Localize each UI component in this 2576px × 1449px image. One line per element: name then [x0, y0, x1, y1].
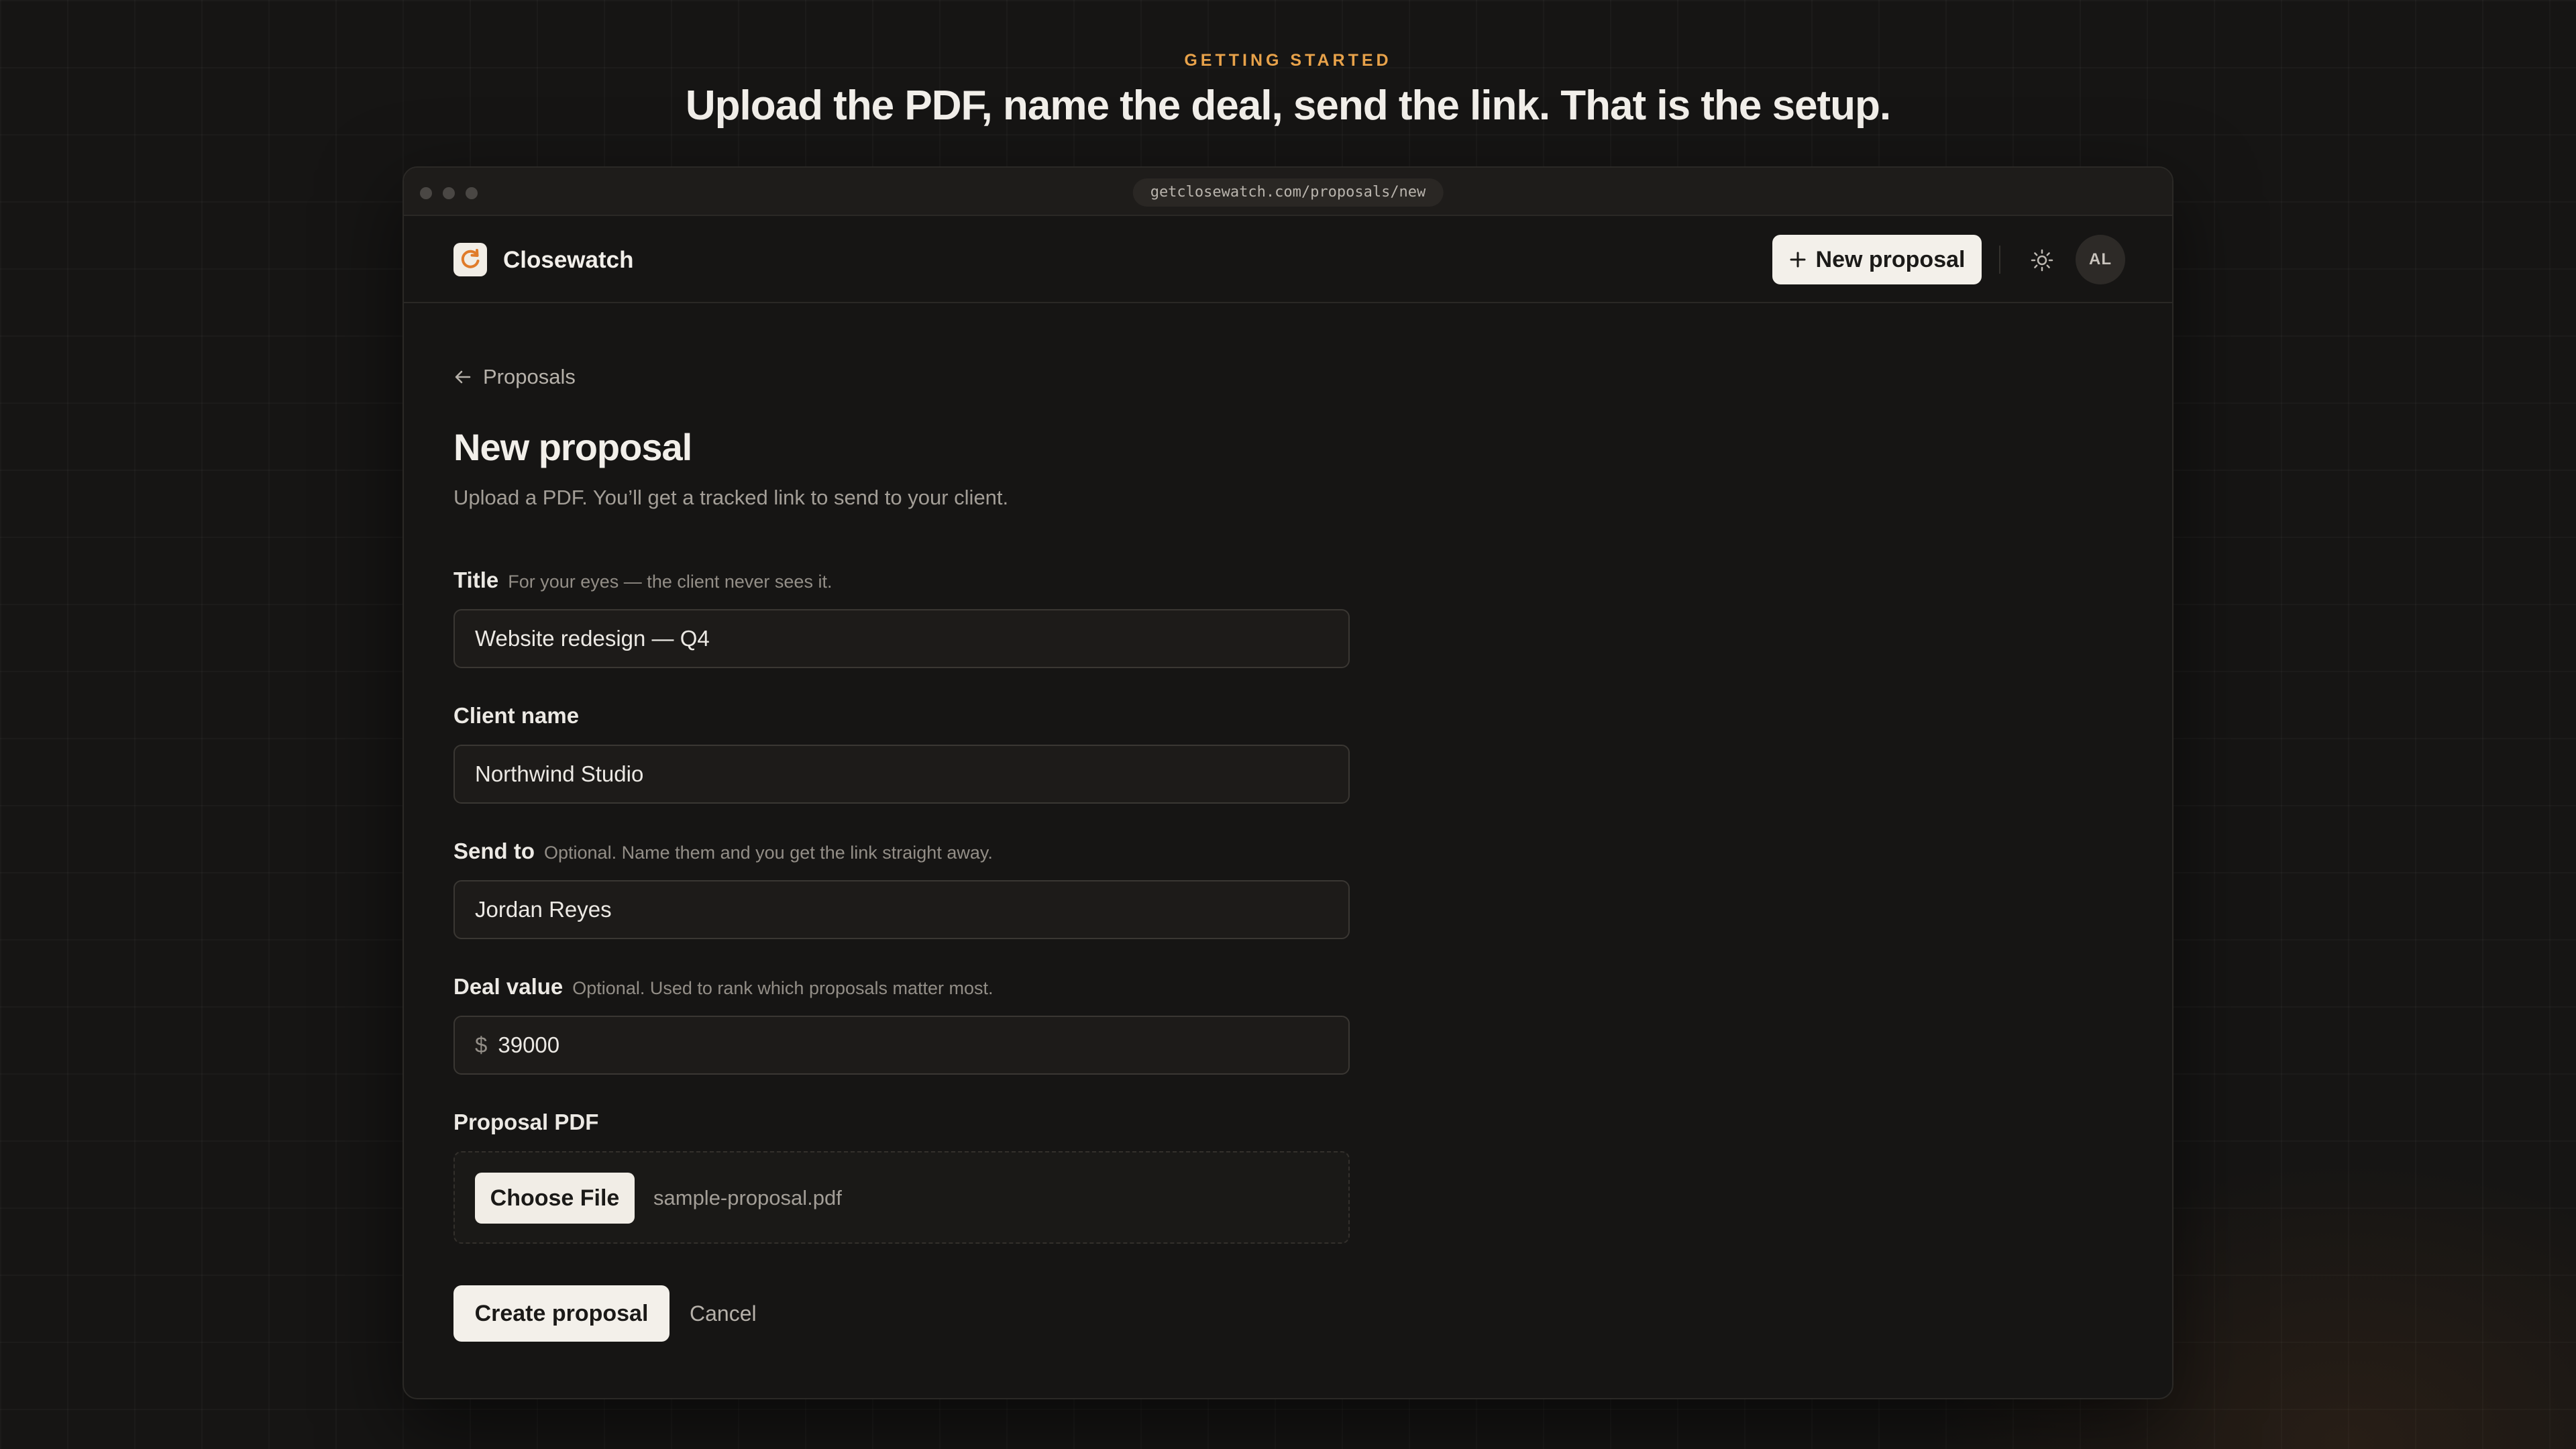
selected-file-name: sample-proposal.pdf: [653, 1186, 842, 1210]
currency-symbol: $: [475, 1032, 488, 1057]
new-proposal-label: New proposal: [1815, 246, 1966, 272]
browser-window: getclosewatch.com/proposals/new Closewat…: [402, 166, 2174, 1399]
send-to-input-value: Jordan Reyes: [475, 897, 612, 922]
client-name-input[interactable]: Northwind Studio: [453, 745, 1350, 804]
window-dot-minimize[interactable]: [443, 187, 455, 199]
plus-icon: [1790, 252, 1806, 268]
client-input-value: Northwind Studio: [475, 761, 644, 786]
deal-value-label-text: Deal value: [453, 974, 564, 999]
window-dot-maximize[interactable]: [466, 187, 478, 199]
client-field-label: Client name: [453, 703, 579, 729]
address-bar[interactable]: getclosewatch.com/proposals/new: [1132, 178, 1444, 207]
title-label-text: Title: [453, 568, 499, 592]
back-link[interactable]: Proposals: [453, 365, 576, 389]
title-input-value: Website redesign — Q4: [475, 626, 710, 651]
send-to-input[interactable]: Jordan Reyes: [453, 880, 1350, 939]
file-upload-dropzone[interactable]: Choose File sample-proposal.pdf: [453, 1151, 1350, 1244]
app-header: Closewatch New proposal AL: [404, 216, 2172, 303]
browser-chrome: getclosewatch.com/proposals/new: [404, 168, 2172, 216]
back-link-label: Proposals: [483, 365, 576, 388]
deal-value-field-label: Deal value Optional. Used to rank which p…: [453, 974, 994, 1000]
brand-name[interactable]: Closewatch: [503, 247, 634, 274]
pdf-field-label: Proposal PDF: [453, 1110, 598, 1135]
send-to-hint: Optional. Name them and you get the link…: [544, 843, 993, 863]
create-proposal-button[interactable]: Create proposal: [453, 1285, 669, 1342]
send-to-field-label: Send to Optional. Name them and you get t…: [453, 839, 993, 864]
headline: Upload the PDF, name the deal, send the …: [685, 83, 1891, 129]
avatar[interactable]: AL: [2076, 235, 2125, 284]
sun-icon[interactable]: [2030, 248, 2054, 272]
eyebrow: GETTING STARTED: [1184, 51, 1392, 70]
page-title: New proposal: [453, 426, 692, 468]
pdf-label-text: Proposal PDF: [453, 1110, 599, 1134]
new-proposal-button[interactable]: New proposal: [1772, 235, 1982, 284]
client-label-text: Client name: [453, 703, 580, 728]
choose-file-button[interactable]: Choose File: [475, 1173, 635, 1224]
window-dot-close[interactable]: [420, 187, 432, 199]
deal-value-hint: Optional. Used to rank which proposals m…: [572, 978, 994, 998]
send-to-label-text: Send to: [453, 839, 535, 863]
header-divider: [1999, 246, 2000, 274]
brand-logo-icon[interactable]: [453, 243, 487, 276]
deal-value-input[interactable]: $ 39000: [453, 1016, 1350, 1075]
title-input[interactable]: Website redesign — Q4: [453, 609, 1350, 668]
arrow-left-icon: [455, 370, 471, 384]
title-hint: For your eyes — the client never sees it…: [508, 572, 833, 592]
title-field-label: Title For your eyes — the client never se…: [453, 568, 832, 593]
cancel-link[interactable]: Cancel: [690, 1301, 757, 1326]
deal-value-input-value: 39000: [498, 1032, 560, 1057]
page-subtitle: Upload a PDF. You’ll get a tracked link …: [453, 486, 1009, 509]
